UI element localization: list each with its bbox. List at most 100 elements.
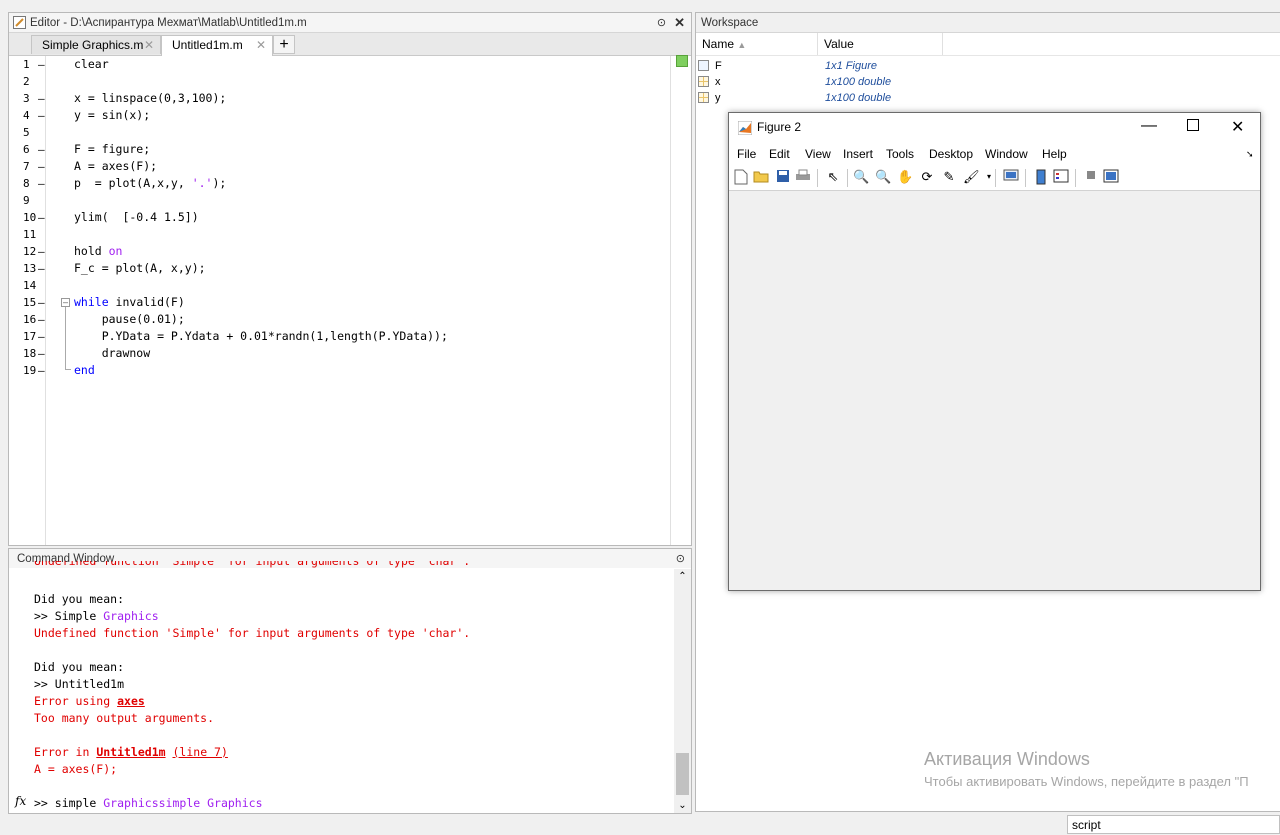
code-line[interactable]: F = figure; xyxy=(74,141,150,158)
fold-line xyxy=(65,307,66,369)
figure-variable-icon xyxy=(698,60,709,71)
pan-icon[interactable]: ✋ xyxy=(897,169,913,185)
scroll-down-icon[interactable]: ⌄ xyxy=(674,800,691,811)
code-line[interactable]: hold on xyxy=(74,243,122,260)
minimize-icon[interactable]: — xyxy=(1141,117,1157,135)
hide-plot-tools-icon[interactable] xyxy=(1083,169,1099,185)
rotate-3d-icon[interactable]: ⟳ xyxy=(919,169,935,185)
code-line[interactable]: A = axes(F); xyxy=(74,158,157,175)
workspace-row[interactable]: x 1x100 double xyxy=(696,74,996,90)
close-tab-icon[interactable]: ✕ xyxy=(144,36,154,55)
line-number: 18– xyxy=(23,347,45,360)
status-bar-field: script xyxy=(1067,815,1280,834)
error-text: Too many output arguments. xyxy=(34,711,215,725)
close-tab-icon[interactable]: ✕ xyxy=(256,36,266,55)
error-link[interactable]: axes xyxy=(117,694,145,708)
menu-tools[interactable]: Tools xyxy=(886,147,914,161)
fx-icon[interactable]: fx xyxy=(15,794,26,808)
column-header-name[interactable]: Name ▲ xyxy=(696,33,818,55)
edit-plot-arrow-icon[interactable]: ⇖ xyxy=(825,169,841,185)
close-icon[interactable]: ✕ xyxy=(1231,117,1244,137)
code-line[interactable]: p = plot(A,x,y, '.'); xyxy=(74,175,226,192)
tab-simple-graphics[interactable]: Simple Graphics.m ✕ xyxy=(31,35,161,54)
workspace-title: Workspace xyxy=(701,16,759,29)
editor-titlebar: Editor - D:\Аспирантура Мехмат\Matlab\Un… xyxy=(9,13,691,33)
array-variable-icon xyxy=(698,76,709,87)
maximize-icon[interactable] xyxy=(1187,119,1199,131)
line-number: 10– xyxy=(23,211,45,224)
insert-legend-icon[interactable] xyxy=(1053,169,1069,185)
link-plot-icon[interactable] xyxy=(1003,169,1019,185)
line-number: 1– xyxy=(23,58,45,71)
command-input[interactable]: >> simple Graphicssimple Graphics xyxy=(34,795,263,812)
zoom-in-icon[interactable]: 🔍 xyxy=(853,169,869,185)
close-icon[interactable]: ✕ xyxy=(674,15,685,31)
error-file-link[interactable]: Untitled1m xyxy=(96,745,165,759)
data-cursor-icon[interactable]: ✎ xyxy=(941,169,957,185)
panel-menu-icon[interactable]: ⊙ xyxy=(657,16,666,29)
fold-toggle-icon[interactable]: – xyxy=(61,298,70,307)
code-line[interactable]: ylim( [-0.4 1.5]) xyxy=(74,209,199,226)
array-variable-icon xyxy=(698,92,709,103)
code-line[interactable]: y = sin(x); xyxy=(74,107,150,124)
scrollbar-thumb[interactable] xyxy=(676,753,689,795)
code-line[interactable]: pause(0.01); xyxy=(74,311,185,328)
workspace-row[interactable]: F 1x1 Figure xyxy=(696,58,996,74)
windows-activation-title: Активация Windows xyxy=(924,749,1090,769)
editor-right-margin xyxy=(670,56,671,545)
menu-edit[interactable]: Edit xyxy=(769,147,790,161)
output-text: >> Untitled1m xyxy=(34,677,125,691)
menu-insert[interactable]: Insert xyxy=(843,147,873,161)
editor-panel: Editor - D:\Аспирантура Мехмат\Matlab\Un… xyxy=(8,12,692,546)
error-line-link[interactable]: (line 7) xyxy=(173,745,228,759)
tab-untitled1m[interactable]: Untitled1m.m ✕ xyxy=(161,35,273,56)
command-window-panel: Command Window ⊙ Undefined function 'Sim… xyxy=(8,548,692,814)
new-figure-icon[interactable] xyxy=(733,169,749,185)
figure-canvas[interactable] xyxy=(729,191,1260,590)
print-icon[interactable] xyxy=(795,169,811,185)
code-line[interactable]: clear xyxy=(74,56,109,73)
code-analyzer-indicator[interactable] xyxy=(676,55,688,67)
add-tab-button[interactable]: + xyxy=(273,35,295,54)
code-line[interactable]: while invalid(F) xyxy=(74,294,185,311)
tab-label: Simple Graphics.m xyxy=(42,38,144,52)
fold-end xyxy=(65,369,71,370)
menu-overflow-icon[interactable]: ➘ xyxy=(1246,149,1254,160)
zoom-out-icon[interactable]: 🔍 xyxy=(875,169,891,185)
menu-view[interactable]: View xyxy=(805,147,831,161)
insert-colorbar-icon[interactable] xyxy=(1033,169,1049,185)
menu-desktop[interactable]: Desktop xyxy=(929,147,973,161)
menu-help[interactable]: Help xyxy=(1042,147,1067,161)
code-line[interactable]: drawnow xyxy=(74,345,150,362)
line-number: 17– xyxy=(23,330,45,343)
tab-label: Untitled1m.m xyxy=(172,38,243,52)
code-line[interactable]: F_c = plot(A, x,y); xyxy=(74,260,206,277)
code-line[interactable]: end xyxy=(74,362,95,379)
output-text: >> Simple Graphics xyxy=(34,609,159,623)
figure-window: Figure 2 — ✕ File Edit View Insert Tools… xyxy=(728,112,1261,591)
save-icon[interactable] xyxy=(775,169,791,185)
error-text: A = axes(F); xyxy=(34,762,118,776)
editor-tabs: Simple Graphics.m ✕ Untitled1m.m ✕ + xyxy=(9,33,691,56)
column-header-value[interactable]: Value xyxy=(818,33,943,55)
panel-menu-icon[interactable]: ⊙ xyxy=(676,552,685,565)
open-file-icon[interactable] xyxy=(753,169,769,185)
error-text: Error using axes xyxy=(34,694,145,708)
code-line[interactable]: P.YData = P.Ydata + 0.01*randn(1,length(… xyxy=(74,328,448,345)
line-number: 3– xyxy=(23,92,45,105)
workspace-row[interactable]: y 1x100 double xyxy=(696,90,996,106)
scroll-up-icon[interactable]: ⌃ xyxy=(674,571,691,582)
code-line[interactable]: x = linspace(0,3,100); xyxy=(74,90,226,107)
line-number: 16– xyxy=(23,313,45,326)
line-number: 6– xyxy=(23,143,45,156)
show-plot-tools-icon[interactable] xyxy=(1103,169,1119,185)
brush-icon[interactable]: 🖌 xyxy=(963,169,980,185)
menu-file[interactable]: File xyxy=(737,147,756,161)
line-number: 13– xyxy=(23,262,45,275)
toolbar-separator xyxy=(1075,169,1076,187)
menu-window[interactable]: Window xyxy=(985,147,1028,161)
figure-titlebar[interactable]: Figure 2 — ✕ xyxy=(729,113,1260,143)
output-text: Did you mean: xyxy=(34,660,125,674)
line-number: 4– xyxy=(23,109,45,122)
command-scrollbar[interactable]: ⌃ ⌄ xyxy=(674,569,691,813)
